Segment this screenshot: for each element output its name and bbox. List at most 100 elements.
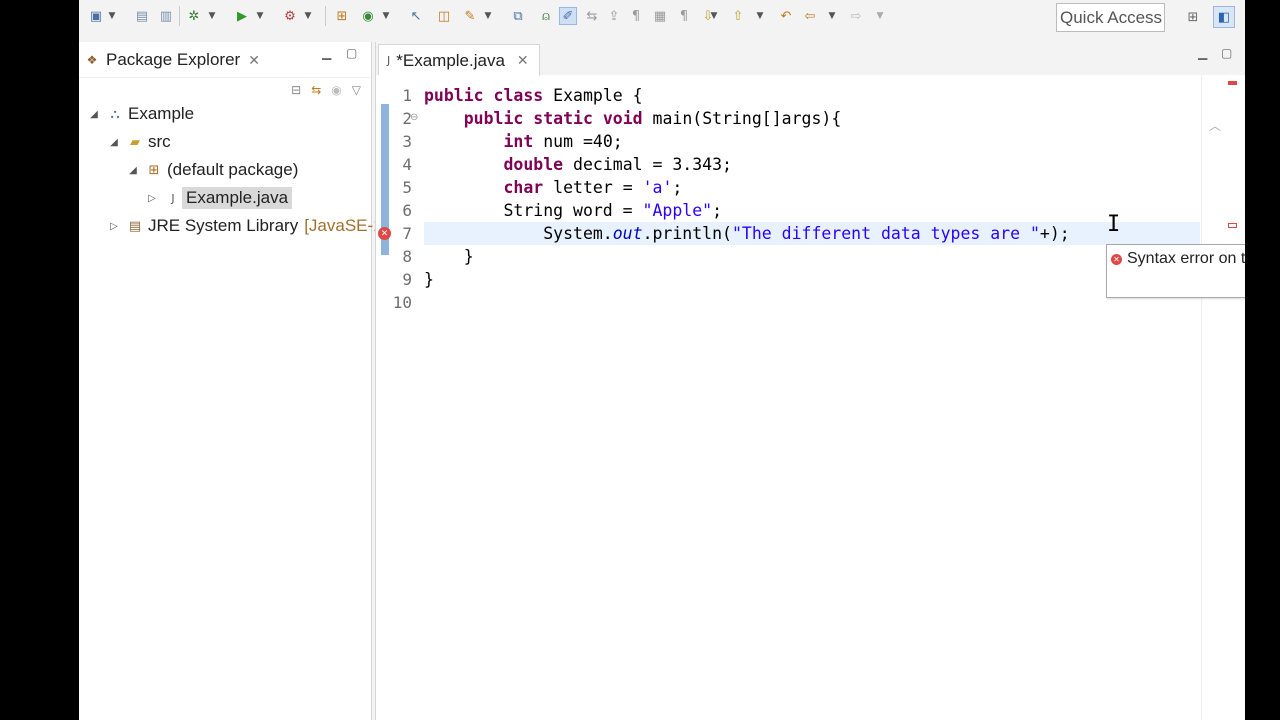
close-icon[interactable]: ✕: [517, 52, 529, 69]
toggle-block-selection-icon[interactable]: ⇆: [583, 7, 601, 25]
code-token: void: [602, 109, 643, 128]
maximize-icon[interactable]: ▢: [1221, 46, 1232, 60]
external-tools-icon[interactable]: ⚙: [281, 7, 299, 25]
package-explorer-header: ❖ Package Explorer ✕ ▁ ▢: [79, 42, 371, 78]
tree-item-label: Example: [128, 104, 195, 123]
code-token: int: [503, 132, 534, 151]
package-explorer-tab[interactable]: ❖ Package Explorer ✕: [85, 42, 260, 78]
back-icon[interactable]: ⇦: [801, 7, 819, 25]
new-class-dropdown-icon[interactable]: ▼: [381, 8, 391, 24]
code-token: letter =: [543, 178, 643, 197]
search-dropdown-icon[interactable]: ▼: [483, 8, 493, 24]
java-file-icon: J: [171, 191, 175, 205]
code-line[interactable]: int num =40;: [424, 130, 1200, 153]
open-perspective-button-icon[interactable]: ⊞: [1182, 6, 1204, 28]
paragraph-icon[interactable]: ¶: [675, 7, 693, 25]
word-wrap-icon[interactable]: ¶: [627, 7, 645, 25]
error-icon[interactable]: ✕: [378, 227, 391, 240]
chevron-down-icon[interactable]: ◢: [107, 137, 121, 148]
previous-annotation-dropdown-icon[interactable]: ▼: [755, 8, 765, 24]
save-all-icon[interactable]: ▥: [157, 7, 175, 25]
code-line[interactable]: [424, 291, 1200, 314]
last-edit-location-icon[interactable]: ↶: [777, 7, 795, 25]
code-line[interactable]: }: [424, 268, 1200, 291]
open-task-icon[interactable]: ◫: [435, 7, 453, 25]
main-toolbar: ▣ ▼ ▤ ▥ ✲ ▼ ▶ ▼ ⚙ ▼ ⊞ ◉ ▼ ↖ ◫ ✎ ▼ ⧉ ⍝ ✐ …: [79, 0, 1245, 36]
code-line[interactable]: public static void main(String[]args){: [424, 107, 1200, 130]
code-line[interactable]: char letter = 'a';: [424, 176, 1200, 199]
search-icon[interactable]: ✎: [461, 7, 479, 25]
new-dropdown-icon[interactable]: ▼: [107, 8, 117, 24]
new-icon[interactable]: ▣: [87, 7, 105, 25]
show-all-icon[interactable]: ▦: [651, 7, 669, 25]
open-type-icon[interactable]: ↖: [407, 7, 425, 25]
code-token: static: [533, 109, 593, 128]
chevron-down-icon[interactable]: ◢: [87, 109, 101, 120]
tree-item-label: src: [148, 132, 171, 151]
code-token: num =40;: [533, 132, 623, 151]
code-token: System.: [424, 224, 613, 243]
minimize-icon[interactable]: ▁: [322, 46, 331, 60]
code-token: +);: [1039, 224, 1070, 243]
toggle-breadcrumb-icon[interactable]: ⍝: [537, 7, 555, 25]
line-number: 10: [392, 293, 412, 312]
forward-dropdown-icon[interactable]: ▼: [875, 8, 885, 24]
chevron-down-icon[interactable]: ◢: [126, 165, 140, 176]
debug-dropdown-icon[interactable]: ▼: [207, 8, 217, 24]
back-dropdown-icon[interactable]: ▼: [827, 8, 837, 24]
tree-item-example-java[interactable]: ▷ J Example.java: [145, 186, 293, 210]
java-perspective-icon[interactable]: ◧: [1213, 6, 1235, 28]
line-number: 6: [402, 201, 412, 220]
code-token: ;: [712, 201, 723, 220]
run-dropdown-icon[interactable]: ▼: [255, 8, 265, 24]
new-class-icon[interactable]: ◉: [359, 7, 377, 25]
text-cursor-icon: I: [1107, 212, 1121, 237]
debug-icon[interactable]: ✲: [185, 7, 203, 25]
tree-item-project[interactable]: ◢ ⛬ Example: [87, 102, 194, 126]
view-menu-icon[interactable]: ▽: [352, 83, 361, 97]
editor-tab-example-java[interactable]: J *Example.java ✕: [378, 44, 540, 76]
forward-icon[interactable]: ⇨: [847, 7, 865, 25]
fold-icon[interactable]: ⊖: [410, 112, 418, 123]
run-icon[interactable]: ▶: [233, 7, 251, 25]
code-line[interactable]: System.out.println("The different data t…: [424, 222, 1200, 245]
code-line[interactable]: public class Example {: [424, 84, 1200, 107]
quick-access-input[interactable]: Quick Access: [1056, 3, 1165, 32]
chevron-right-icon[interactable]: ▷: [107, 221, 121, 232]
error-marker[interactable]: [1228, 223, 1237, 228]
new-java-project-icon[interactable]: ⊞: [333, 7, 351, 25]
chevron-right-icon[interactable]: ▷: [145, 193, 159, 204]
chevron-up-icon[interactable]: ︿: [1209, 117, 1221, 134]
show-whitespace-icon[interactable]: ⇪: [605, 7, 623, 25]
link-with-editor-icon[interactable]: ⇆: [311, 83, 321, 97]
external-tools-dropdown-icon[interactable]: ▼: [303, 8, 313, 24]
package-explorer-toolbar: ⊟ ⇆ ◉ ▽: [291, 80, 361, 100]
tree-item-label: JRE System Library: [148, 216, 299, 235]
code-area[interactable]: public class Example { public static voi…: [424, 75, 1200, 720]
code-line[interactable]: }: [424, 245, 1200, 268]
open-perspective-icon[interactable]: ⧉: [509, 7, 527, 25]
error-marker[interactable]: [1228, 81, 1237, 85]
java-editor: J *Example.java ✕ ▁ ▢ 1 2 3 4 5 6 7 8 9 10 ⊖ ✕ publ…: [375, 42, 1245, 720]
project-icon: ⛬: [110, 106, 120, 122]
tree-item-jre-library[interactable]: ▷ ▤ JRE System Library [JavaSE-1: [107, 214, 383, 238]
tree-item-src[interactable]: ◢ ▰ src: [107, 130, 171, 154]
mark-occurrences-icon[interactable]: ✐: [559, 7, 577, 25]
code-line[interactable]: double decimal = 3.343;: [424, 153, 1200, 176]
minimize-icon[interactable]: ▁: [1198, 46, 1207, 60]
java-file-icon: J: [387, 54, 391, 67]
maximize-icon[interactable]: ▢: [346, 46, 357, 60]
line-number: 2: [402, 109, 412, 128]
next-annotation-dropdown-icon[interactable]: ▼: [709, 8, 719, 24]
tree-item-default-package[interactable]: ◢ ⊞ (default package): [126, 158, 298, 182]
focus-icon[interactable]: ◉: [331, 83, 341, 97]
collapse-all-icon[interactable]: ⊟: [291, 83, 301, 97]
close-icon[interactable]: ✕: [248, 52, 260, 69]
code-token: 'a': [642, 178, 673, 197]
previous-annotation-icon[interactable]: ⇧: [729, 7, 747, 25]
code-line[interactable]: String word = "Apple";: [424, 199, 1200, 222]
code-token: .println(: [642, 224, 732, 243]
code-token: "Apple": [642, 201, 713, 220]
save-icon[interactable]: ▤: [133, 7, 151, 25]
code-token: double: [503, 155, 564, 174]
